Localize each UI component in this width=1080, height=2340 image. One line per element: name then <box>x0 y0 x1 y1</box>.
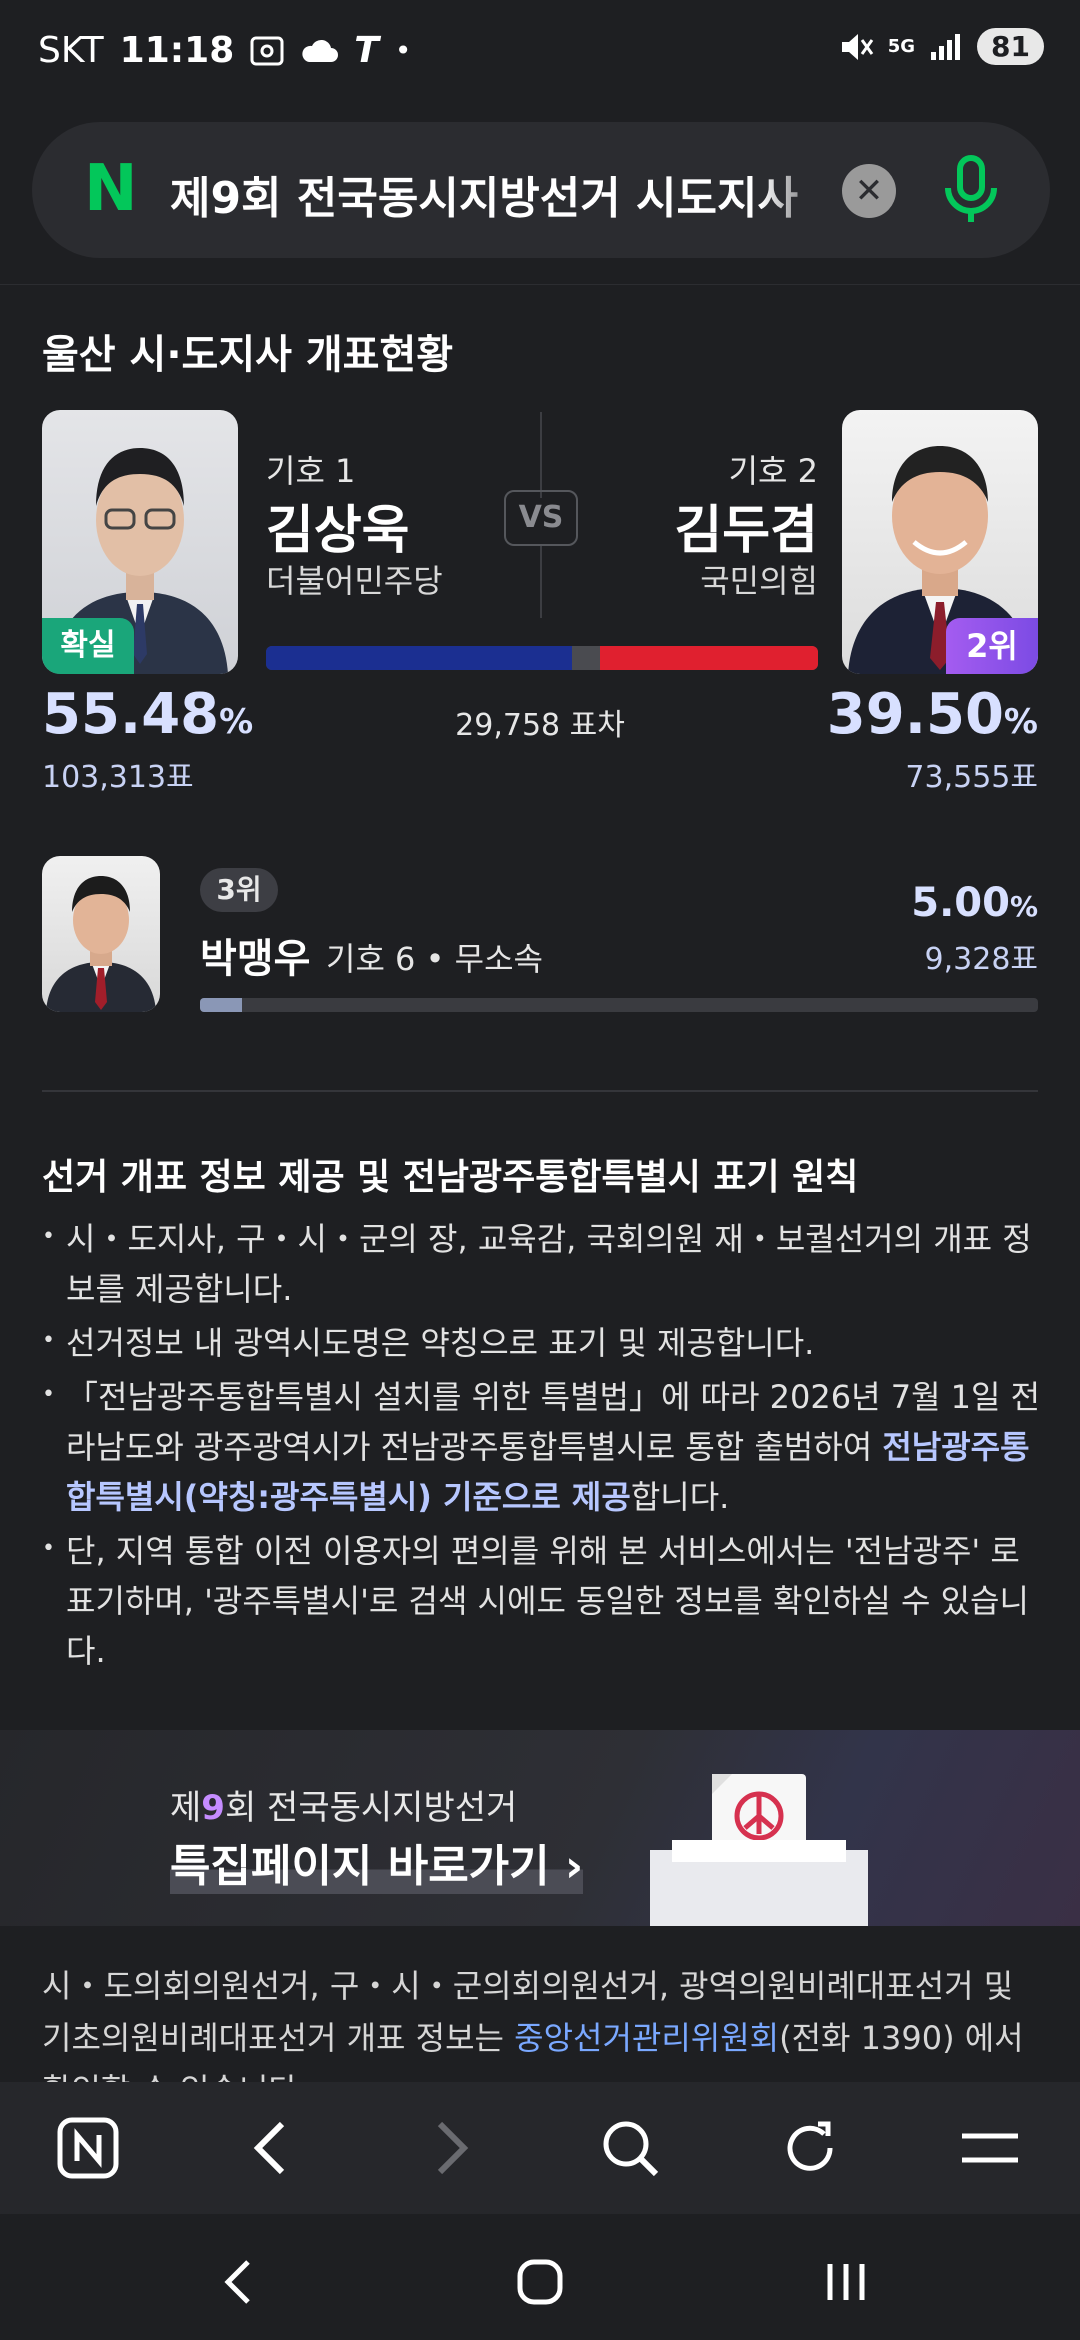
ballot-box-icon <box>650 1774 868 1926</box>
candidate-3-vote-bar <box>200 998 1038 1012</box>
clear-search-button[interactable]: ✕ <box>842 164 896 218</box>
candidate-1-name[interactable]: 김상욱 <box>266 488 410 563</box>
home-n-button[interactable] <box>50 2110 126 2186</box>
back-icon <box>253 2121 285 2175</box>
candidate-1-number: 기호 1 <box>266 452 356 490</box>
notice-title: 선거 개표 정보 제공 및 전남광주통합특별시 표기 원칙 <box>42 1157 859 1198</box>
candidate-1-photo[interactable]: 확실 <box>42 410 238 674</box>
naver-n-icon[interactable]: N <box>84 157 146 221</box>
candidate-3-name[interactable]: 박맹우 <box>200 926 310 984</box>
search-button[interactable] <box>592 2110 668 2186</box>
notice-item: 시・도지사, 구・시・군의 장, 교육감, 국회의원 재・보궐선거의 개표 정보… <box>42 1212 1042 1314</box>
candidate-3-vote-fill <box>200 998 242 1012</box>
forward-icon <box>437 2121 469 2175</box>
mute-icon <box>841 33 873 60</box>
search-bar[interactable]: N 제9회 전국동시지방선거 시도지사 ✕ <box>32 122 1050 258</box>
candidate-2-party: 국민의힘 <box>700 562 818 600</box>
candidate-2-photo[interactable]: 2위 <box>842 410 1038 674</box>
close-icon: ✕ <box>854 171 884 211</box>
system-recents-icon[interactable] <box>816 2252 876 2312</box>
mic-icon <box>945 155 997 222</box>
nec-link[interactable]: 중앙선거관리위원회 <box>514 2019 779 2057</box>
rank-badge: 3위 <box>200 868 278 912</box>
system-navigation-bar <box>0 2214 1080 2340</box>
special-page-banner[interactable]: 제9회 전국동시지방선거 특집페이지 바로가기 › <box>0 1730 1080 1926</box>
search-icon <box>603 2121 659 2177</box>
candidate-2-name[interactable]: 김두겸 <box>674 488 818 563</box>
notice-item: 선거정보 내 광역시도명은 약칭으로 표기 및 제공합니다. <box>42 1316 1042 1368</box>
notice-item: 단, 지역 통합 이전 이용자의 편의를 위해 본 서비스에서는 '전남광주' … <box>42 1524 1042 1676</box>
menu-icon <box>962 2133 1018 2163</box>
forward-button[interactable] <box>414 2110 490 2186</box>
vs-divider <box>540 412 542 498</box>
t-app-icon: T <box>354 30 379 71</box>
menu-button[interactable] <box>952 2110 1028 2186</box>
voice-search-button[interactable] <box>936 152 1006 228</box>
candidate-2-percent: 39.50% <box>826 682 1038 747</box>
vs-divider <box>540 546 542 618</box>
vote-share-bar <box>266 646 818 670</box>
system-back-icon[interactable] <box>210 2252 270 2312</box>
network-type: 5G <box>887 35 916 57</box>
status-bar: SKT 11:18 T • 5G 81 <box>0 0 1080 110</box>
dot-icon: • <box>394 34 412 67</box>
candidate-2-number: 기호 2 <box>728 452 818 490</box>
refresh-icon <box>787 2121 833 2171</box>
candidate-2-votes: 73,555표 <box>905 760 1038 795</box>
vs-label: VS <box>504 490 578 546</box>
divider <box>0 284 1080 285</box>
clock: 11:18 <box>119 30 235 71</box>
cloud-icon <box>302 39 339 62</box>
candidate-3-votes: 9,328표 <box>924 942 1038 977</box>
divider <box>42 1090 1038 1092</box>
rank-badge: 2위 <box>946 618 1038 674</box>
notice-item: 「전남광주통합특별시 설치를 위한 특별법」에 따라 2026년 7월 1일 전… <box>42 1370 1042 1522</box>
naver-n-icon <box>57 2117 119 2179</box>
vote-bar-others <box>572 646 600 670</box>
section-title: 울산 시·도지사 개표현황 <box>42 332 454 378</box>
search-input[interactable]: 제9회 전국동시지방선거 시도지사 <box>170 162 840 226</box>
refresh-button[interactable] <box>772 2110 848 2186</box>
notice-list: 시・도지사, 구・시・군의 장, 교육감, 국회의원 재・보궐선거의 개표 정보… <box>42 1212 1042 1680</box>
back-button[interactable] <box>232 2110 308 2186</box>
battery-indicator: 81 <box>977 28 1044 65</box>
banner-link-text[interactable]: 특집페이지 바로가기 › <box>170 1830 584 1894</box>
system-home-icon[interactable] <box>510 2252 570 2312</box>
banner-subtitle: 제9회 전국동시지방선거 <box>170 1788 518 1828</box>
confirmed-badge: 확실 <box>42 618 134 674</box>
candidate-3-photo[interactable] <box>42 856 160 1012</box>
candidate-portrait <box>46 876 156 1012</box>
candidate-3-info: 기호 6 • 무소속 <box>326 940 543 978</box>
carrier-label: SKT <box>38 30 104 71</box>
candidate-1-party: 더불어민주당 <box>266 562 443 600</box>
signal-icon <box>931 33 961 60</box>
candidate-1-votes: 103,313표 <box>42 760 194 795</box>
screenshot-icon <box>250 36 284 65</box>
browser-toolbar <box>0 2082 1080 2214</box>
vote-bar-candidate-2 <box>599 646 818 670</box>
vote-bar-candidate-1 <box>266 646 573 670</box>
candidate-3-percent: 5.00% <box>911 880 1038 926</box>
